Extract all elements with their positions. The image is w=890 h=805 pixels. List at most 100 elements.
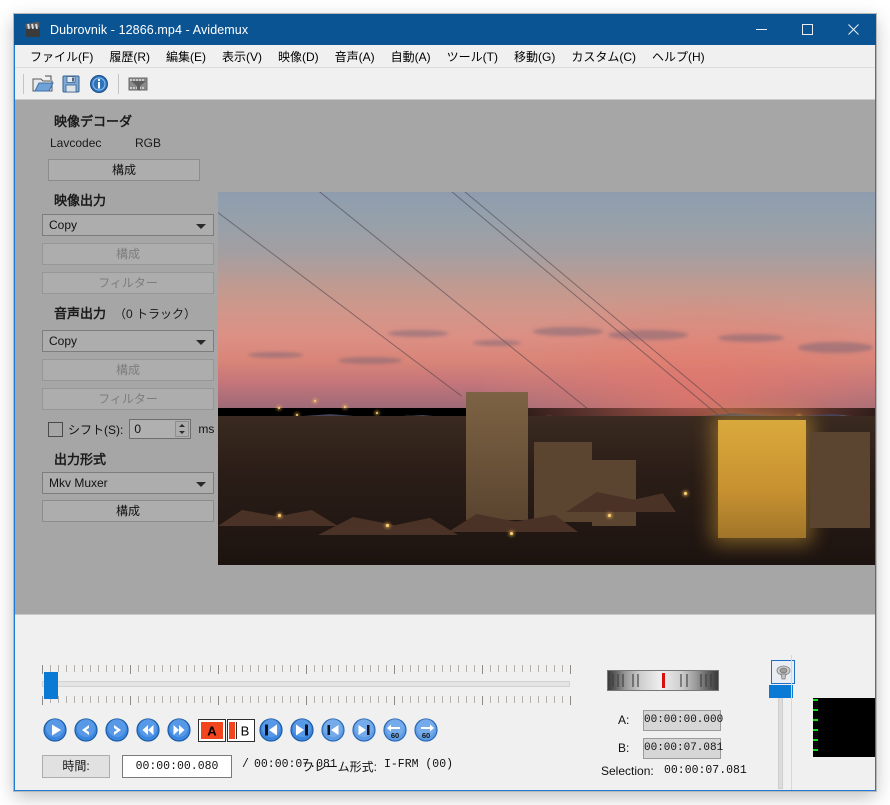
timeline-tick bbox=[218, 696, 219, 705]
marker-a-field[interactable]: 00:00:00.000 bbox=[643, 710, 721, 731]
timeline-tick bbox=[154, 665, 155, 672]
timeline-tick bbox=[370, 696, 371, 703]
menu-video[interactable]: 映像(D) bbox=[270, 46, 327, 67]
foreground-tower bbox=[466, 392, 528, 520]
filter-strip-icon[interactable] bbox=[124, 71, 152, 97]
video-output-configure-button[interactable]: 構成 bbox=[42, 243, 214, 265]
menu-auto[interactable]: 自動(A) bbox=[383, 46, 439, 67]
forward-60-button[interactable]: 60 bbox=[414, 718, 438, 742]
forward-button[interactable] bbox=[167, 718, 191, 742]
play-button[interactable] bbox=[43, 718, 67, 742]
menu-edit[interactable]: 編集(E) bbox=[158, 46, 214, 67]
timeline-tick bbox=[426, 665, 427, 672]
close-button[interactable] bbox=[830, 14, 876, 45]
volume-track[interactable] bbox=[778, 691, 783, 789]
timeline-handle[interactable] bbox=[44, 672, 58, 699]
marker-b-field[interactable]: 00:00:07.081 bbox=[643, 738, 721, 759]
decoder-configure-button[interactable]: 構成 bbox=[48, 159, 200, 181]
transport-panel: A B bbox=[14, 614, 876, 791]
menu-file[interactable]: ファイル(F) bbox=[22, 46, 101, 67]
shift-value-stepper[interactable]: 0 bbox=[129, 419, 191, 439]
cloud bbox=[473, 340, 521, 346]
timeline-tick bbox=[298, 696, 299, 703]
back-60-button[interactable]: 60 bbox=[383, 718, 407, 742]
timeline-tick bbox=[330, 665, 331, 672]
shift-checkbox[interactable] bbox=[48, 422, 63, 437]
window-controls bbox=[738, 14, 876, 45]
timeline-tick bbox=[250, 665, 251, 672]
prev-frame-button[interactable] bbox=[74, 718, 98, 742]
shift-spin-buttons[interactable] bbox=[175, 421, 189, 437]
output-format-heading: 出力形式 bbox=[54, 449, 106, 468]
minimize-button[interactable] bbox=[738, 14, 784, 45]
go-to-end-button[interactable] bbox=[290, 718, 314, 742]
time-button[interactable]: 時間: bbox=[42, 755, 110, 778]
decoder-colorspace-label: RGB bbox=[135, 136, 161, 150]
timeline-tick bbox=[450, 696, 451, 703]
video-decoder-heading: 映像デコーダ bbox=[54, 111, 132, 130]
timeline-ruler-bottom bbox=[42, 696, 570, 704]
timeline-tick bbox=[258, 665, 259, 672]
timeline-tick bbox=[138, 696, 139, 703]
info-icon[interactable] bbox=[85, 71, 113, 97]
menu-goto[interactable]: 移動(G) bbox=[506, 46, 563, 67]
menu-tools[interactable]: ツール(T) bbox=[439, 46, 506, 67]
svg-text:A: A bbox=[207, 724, 217, 739]
timeline-tick bbox=[170, 696, 171, 703]
application-window: Dubrovnik - 12866.mp4 - Avidemux ファイル(F)… bbox=[14, 14, 876, 791]
time-separator: / bbox=[242, 758, 249, 771]
timeline-tick bbox=[42, 696, 43, 705]
audio-output-filter-button[interactable]: フィルター bbox=[42, 388, 214, 410]
timeline-tick bbox=[402, 696, 403, 703]
mark-a-button[interactable]: A bbox=[198, 719, 226, 742]
video-output-filter-button[interactable]: フィルター bbox=[42, 272, 214, 294]
mark-b-button[interactable]: B bbox=[227, 719, 255, 742]
film-clapper-icon bbox=[25, 22, 41, 38]
open-file-icon[interactable] bbox=[29, 71, 57, 97]
timeline-tick bbox=[394, 696, 395, 705]
timeline-tick bbox=[314, 696, 315, 703]
menu-help[interactable]: ヘルプ(H) bbox=[644, 46, 713, 67]
timeline-tick bbox=[562, 665, 563, 672]
audio-output-codec-select[interactable]: Copy bbox=[42, 330, 214, 352]
volume-slider-thumb[interactable] bbox=[769, 685, 793, 698]
chevron-down-icon-format bbox=[196, 482, 206, 487]
video-preview[interactable] bbox=[218, 192, 876, 565]
maximize-button[interactable] bbox=[784, 14, 830, 45]
go-to-start-button[interactable] bbox=[259, 718, 283, 742]
window-border-left bbox=[14, 45, 15, 791]
audio-output-configure-button[interactable]: 構成 bbox=[42, 359, 214, 381]
menu-custom[interactable]: カスタム(C) bbox=[563, 46, 644, 67]
cloud bbox=[608, 330, 688, 340]
next-keyframe-button[interactable] bbox=[352, 718, 376, 742]
selection-value: 00:00:07.081 bbox=[664, 764, 747, 777]
timeline-tick bbox=[74, 696, 75, 703]
timeline-tick bbox=[186, 696, 187, 703]
timeline-tick bbox=[266, 665, 267, 672]
menu-recent[interactable]: 履歴(R) bbox=[101, 46, 158, 67]
menu-view[interactable]: 表示(V) bbox=[214, 46, 270, 67]
output-format-configure-button[interactable]: 構成 bbox=[42, 500, 214, 522]
timeline-tick bbox=[242, 696, 243, 703]
marker-a-label: A: bbox=[618, 713, 629, 727]
frame-type-strip[interactable] bbox=[607, 670, 719, 691]
timeline-groove[interactable] bbox=[42, 681, 570, 687]
timeline-tick bbox=[530, 665, 531, 672]
save-file-icon[interactable] bbox=[57, 71, 85, 97]
output-format-select[interactable]: Mkv Muxer bbox=[42, 472, 214, 494]
cloud bbox=[338, 357, 402, 364]
timeline-tick bbox=[218, 665, 219, 674]
timeline-tick bbox=[498, 696, 499, 703]
timeline-tick bbox=[514, 696, 515, 703]
timeline-tick bbox=[306, 665, 307, 674]
timeline-tick bbox=[82, 665, 83, 672]
prev-keyframe-button[interactable] bbox=[321, 718, 345, 742]
timeline-tick bbox=[170, 665, 171, 672]
menu-audio[interactable]: 音声(A) bbox=[327, 46, 383, 67]
main-body: 映像デコーダ Lavcodec RGB 構成 映像出力 Copy 構成 フィルタ… bbox=[14, 101, 876, 614]
current-time-field[interactable]: 00:00:00.080 bbox=[122, 755, 232, 778]
rewind-button[interactable] bbox=[136, 718, 160, 742]
video-output-codec-select[interactable]: Copy bbox=[42, 214, 214, 236]
next-frame-button[interactable] bbox=[105, 718, 129, 742]
output-format-value: Mkv Muxer bbox=[49, 476, 108, 490]
